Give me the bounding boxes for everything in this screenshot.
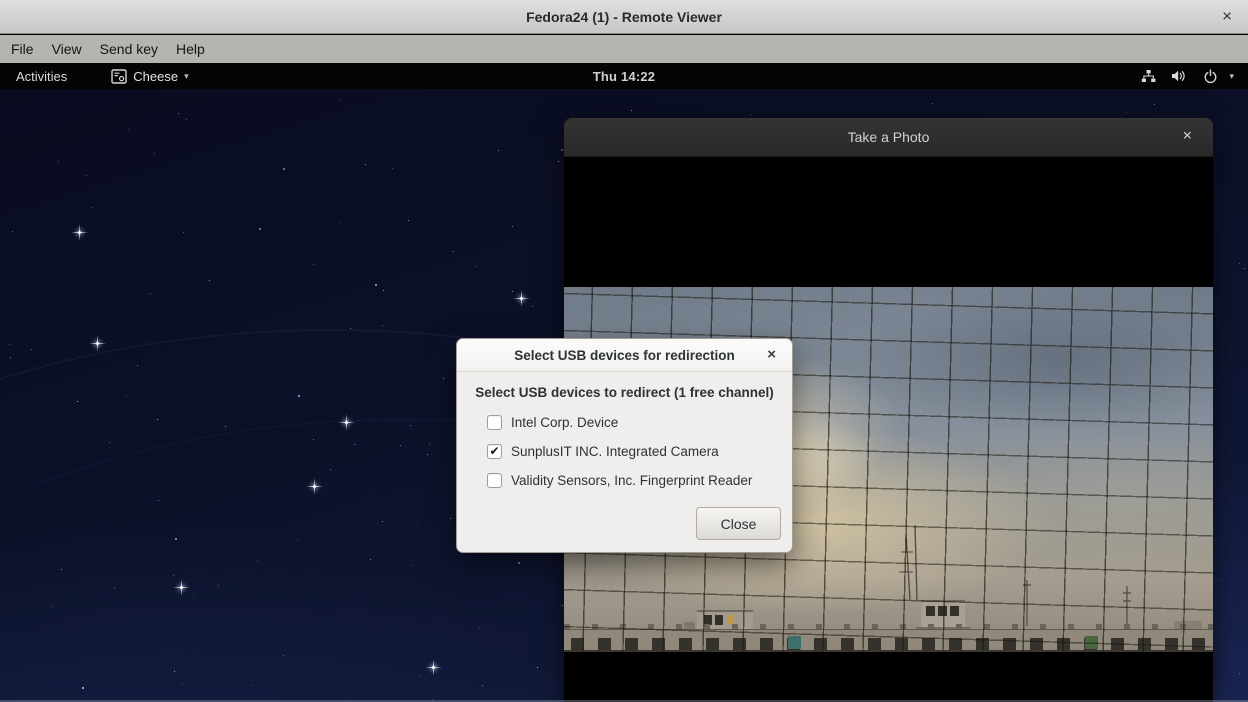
bright-star [520, 297, 523, 300]
network-icon [1141, 69, 1156, 83]
menu-view[interactable]: View [43, 37, 91, 61]
window-title: Fedora24 (1) - Remote Viewer [526, 9, 722, 25]
photo-window-titlebar[interactable]: Take a Photo × [564, 118, 1213, 157]
bright-star [78, 231, 81, 234]
bright-star [96, 342, 99, 345]
volume-icon [1171, 69, 1188, 83]
app-menu-cheese[interactable]: Cheese ▾ [107, 69, 192, 84]
chevron-down-icon: ▾ [184, 71, 189, 82]
bright-star [432, 666, 435, 669]
dialog-heading: Select USB devices to redirect (1 free c… [467, 385, 782, 400]
power-icon [1203, 69, 1218, 84]
menu-send-key[interactable]: Send key [91, 37, 167, 61]
close-icon[interactable]: × [1216, 5, 1238, 26]
app-menu-label: Cheese [133, 69, 178, 84]
close-button[interactable]: Close [696, 507, 781, 540]
remote-viewer-menubar: File View Send key Help [0, 35, 1248, 63]
device-label: Validity Sensors, Inc. Fingerprint Reade… [511, 473, 752, 488]
device-row[interactable]: ✔ Validity Sensors, Inc. Fingerprint Rea… [487, 466, 792, 495]
menu-file[interactable]: File [2, 37, 43, 61]
remote-viewer-titlebar[interactable]: Fedora24 (1) - Remote Viewer × [0, 0, 1248, 34]
activities-button[interactable]: Activities [12, 69, 71, 84]
system-status-area[interactable]: ▾ [1141, 63, 1234, 89]
checkbox[interactable]: ✔ [487, 444, 502, 459]
device-row[interactable]: ✔ SunplusIT INC. Integrated Camera [487, 437, 792, 466]
photo-window-title: Take a Photo [848, 129, 930, 145]
checkbox[interactable]: ✔ [487, 473, 502, 488]
bright-star [180, 586, 183, 589]
device-row[interactable]: ✔ Intel Corp. Device [487, 408, 792, 437]
close-icon[interactable]: × [763, 345, 780, 364]
device-label: SunplusIT INC. Integrated Camera [511, 444, 719, 459]
close-icon[interactable]: × [1178, 127, 1197, 147]
gnome-topbar: Activities Cheese ▾ Thu 14:22 [0, 63, 1248, 89]
cheese-icon [111, 69, 127, 84]
device-label: Intel Corp. Device [511, 415, 618, 430]
dialog-titlebar[interactable]: Select USB devices for redirection × [457, 339, 792, 372]
usb-redirect-dialog: Select USB devices for redirection × Sel… [456, 338, 793, 553]
checkmark-icon: ✔ [489, 444, 499, 458]
chevron-down-icon: ▾ [1229, 71, 1234, 82]
dialog-title: Select USB devices for redirection [514, 348, 735, 363]
clock[interactable]: Thu 14:22 [593, 69, 655, 84]
screen: Fedora24 (1) - Remote Viewer × File View… [0, 0, 1248, 702]
menu-help[interactable]: Help [167, 37, 214, 61]
bright-star [313, 485, 316, 488]
bright-star [345, 421, 348, 424]
checkbox[interactable]: ✔ [487, 415, 502, 430]
